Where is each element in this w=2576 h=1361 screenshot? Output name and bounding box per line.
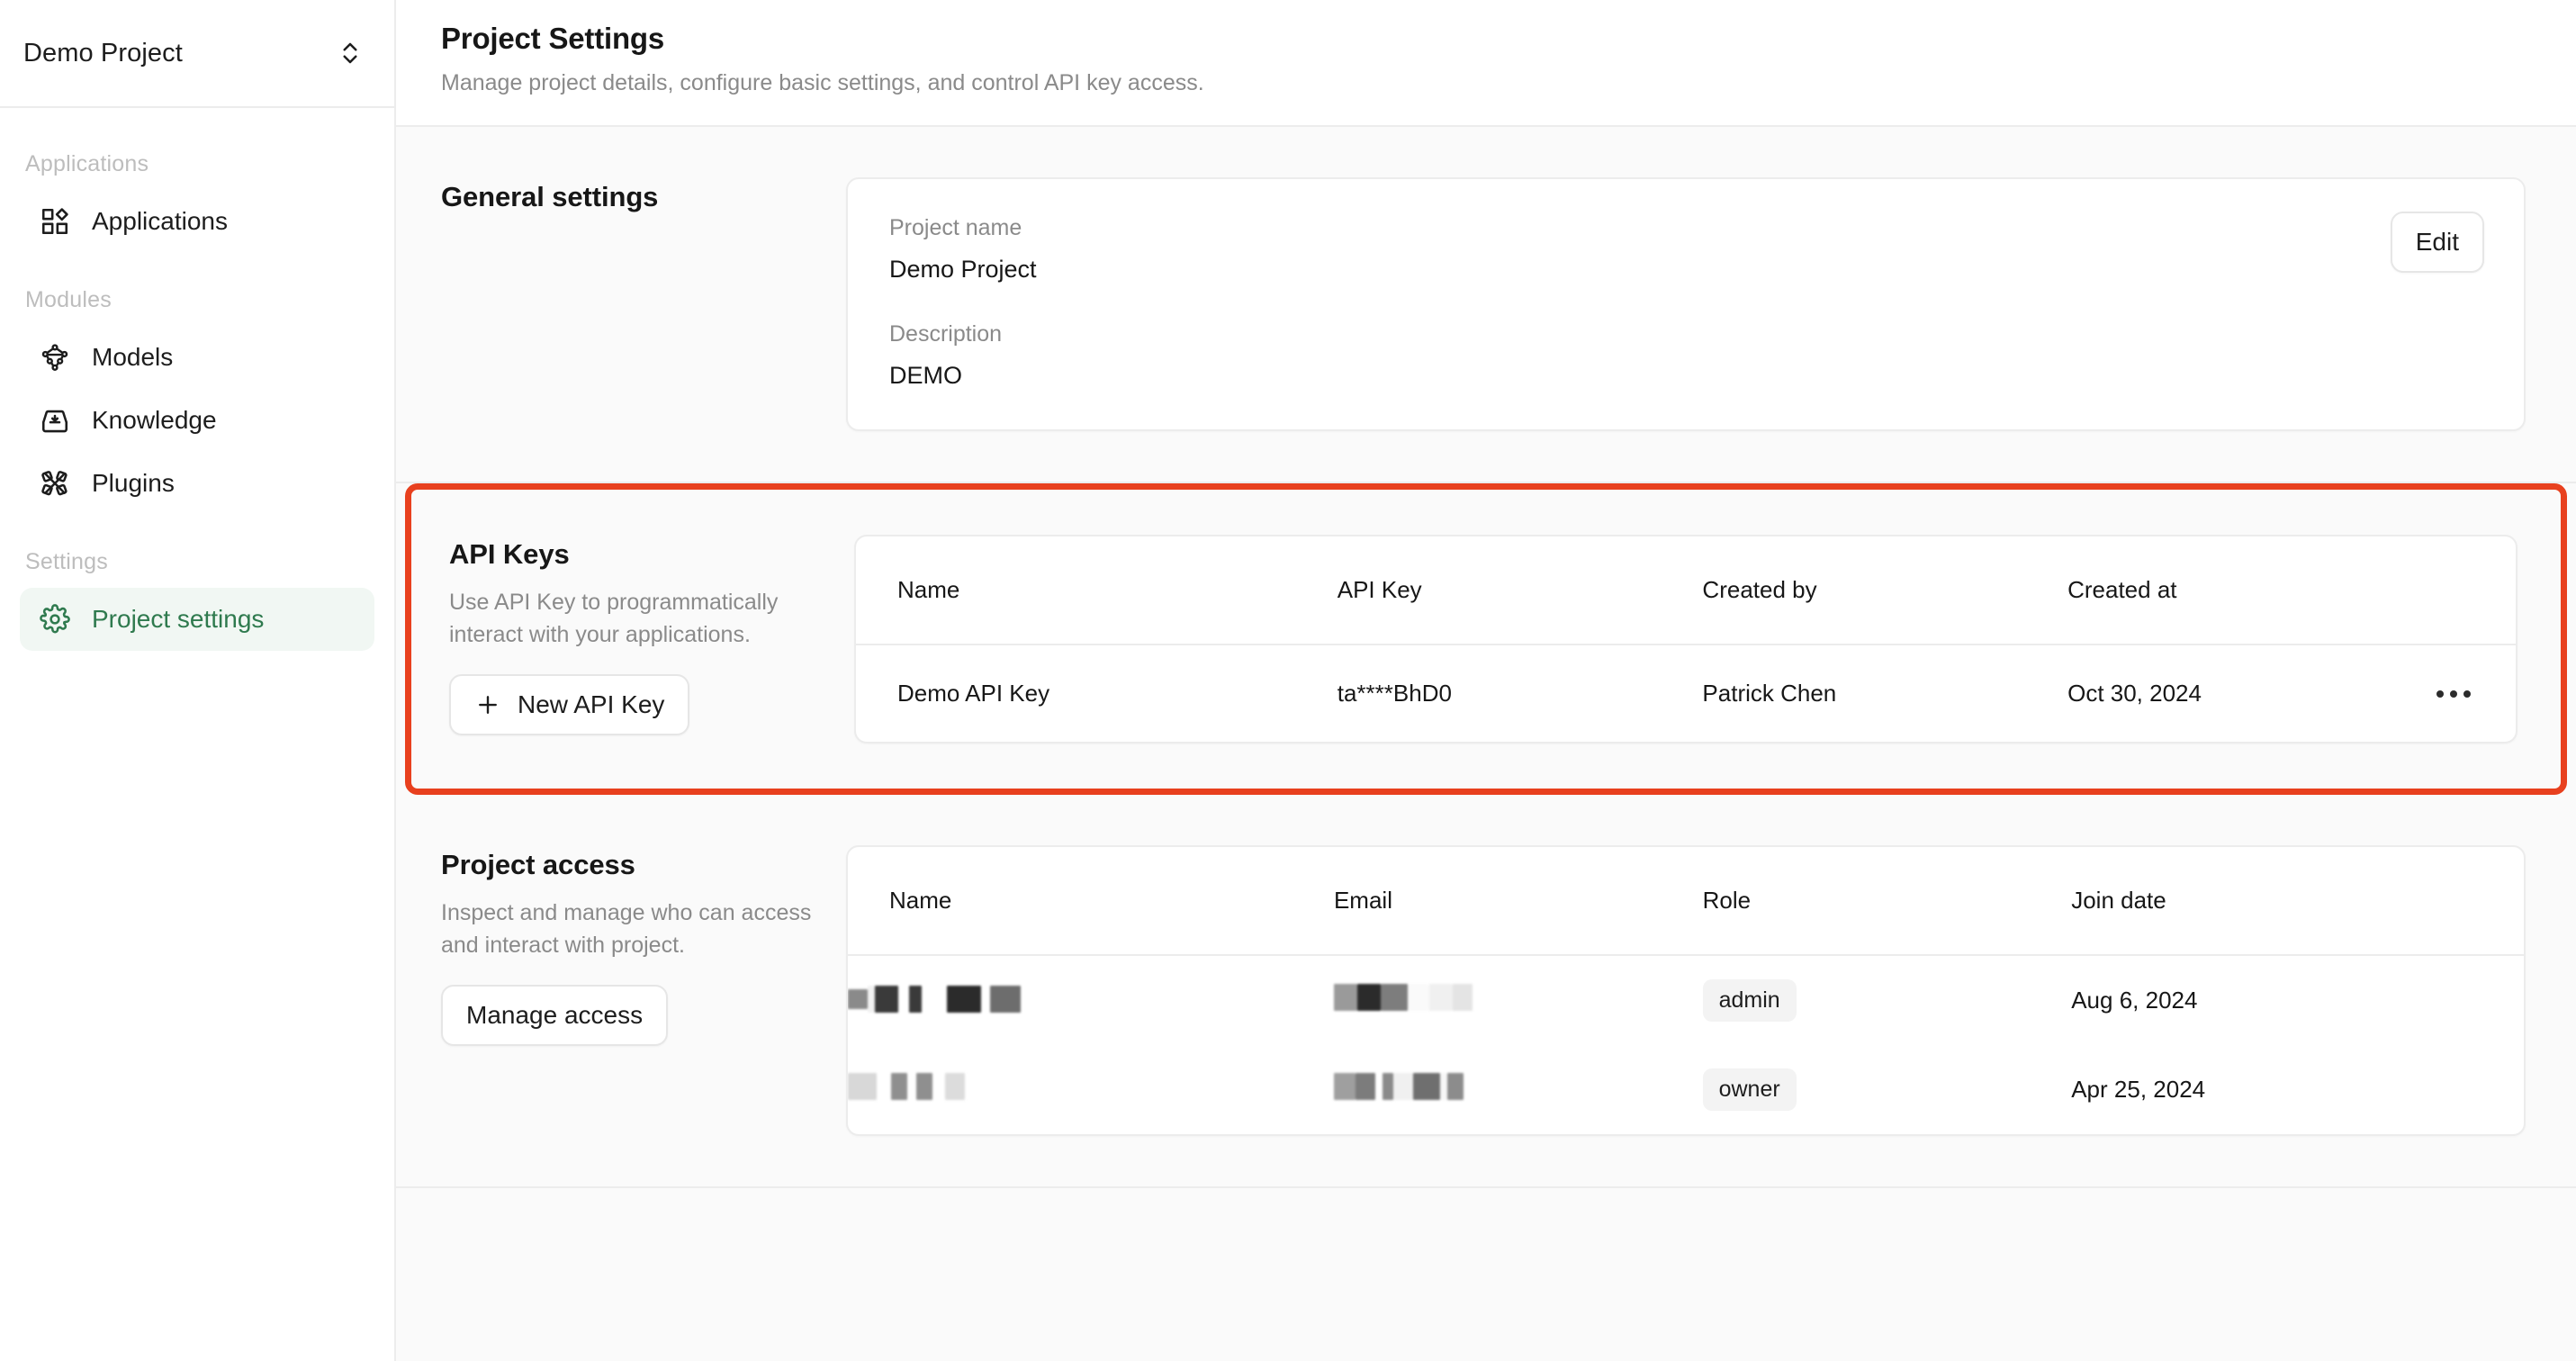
manage-access-button[interactable]: Manage access (441, 985, 669, 1046)
models-network-icon (40, 342, 70, 373)
cell-member-email (1333, 955, 1703, 1045)
plugins-puzzle-icon (40, 468, 70, 499)
role-badge: admin (1702, 979, 1797, 1022)
cell-member-email (1333, 1045, 1703, 1134)
sidebar-item-project-settings[interactable]: Project settings (20, 588, 374, 651)
cell-role: owner (1702, 1045, 2072, 1134)
redacted-name (848, 1073, 965, 1100)
field-description: Description DEMO (889, 321, 2482, 390)
project-access-right: Name Email Role Join date admin Aug 6, 2… (846, 845, 2526, 1136)
column-header-join-date: Join date (2071, 847, 2524, 956)
column-header-name: Name (848, 847, 1334, 956)
gear-icon (40, 604, 70, 635)
column-header-api-key: API Key (1337, 536, 1703, 645)
nav-group-label-modules: Modules (25, 287, 112, 312)
sidebar-item-label: Applications (92, 207, 228, 235)
api-keys-table: Name API Key Created by Created at Demo … (856, 536, 2516, 742)
section-title: API Keys (449, 538, 570, 570)
section-description: Inspect and manage who can access and in… (441, 900, 812, 958)
field-value: DEMO (889, 362, 962, 389)
field-project-name: Project name Demo Project (889, 215, 2482, 284)
field-label: Project name (889, 215, 1022, 240)
cell-created-by: Patrick Chen (1702, 680, 1837, 707)
cell-created-at: Oct 30, 2024 (2067, 680, 2202, 707)
cell-member-name (848, 955, 1334, 1045)
nav-group-label-applications: Applications (25, 151, 149, 176)
section-title: Project access (441, 849, 635, 880)
api-keys-right: Name API Key Created by Created at Demo … (854, 535, 2517, 744)
general-settings-right: Edit Project name Demo Project Descripti… (846, 177, 2526, 431)
new-api-key-button[interactable]: New API Key (449, 674, 690, 735)
project-access-left: Project access Inspect and manage who ca… (441, 845, 846, 1136)
project-access-table-card: Name Email Role Join date admin Aug 6, 2… (846, 845, 2526, 1136)
section-api-keys: API Keys Use API Key to programmatically… (405, 483, 2567, 795)
column-header-role: Role (1702, 847, 2072, 956)
cell-join-date: Aug 6, 2024 (2071, 987, 2198, 1014)
settings-sections: General settings Edit Project name Demo … (396, 127, 2576, 1361)
new-api-key-label: New API Key (518, 690, 665, 718)
section-description: Use API Key to programmatically interact… (449, 590, 779, 647)
cell-join-date: Apr 25, 2024 (2071, 1076, 2206, 1103)
cell-actions (2366, 644, 2516, 742)
page-header: Project Settings Manage project details,… (396, 0, 2576, 127)
table-row[interactable]: admin Aug 6, 2024 (848, 955, 2524, 1045)
project-switcher[interactable]: Demo Project (0, 0, 394, 108)
project-access-table: Name Email Role Join date admin Aug 6, 2… (848, 847, 2524, 1134)
sidebar-item-plugins[interactable]: Plugins (20, 452, 374, 515)
role-badge: owner (1702, 1068, 1797, 1111)
page-title: Project Settings (441, 22, 665, 55)
table-row[interactable]: owner Apr 25, 2024 (848, 1045, 2524, 1134)
api-keys-left: API Keys Use API Key to programmatically… (449, 535, 854, 744)
cell-role: admin (1702, 955, 2072, 1045)
sidebar-item-label: Project settings (92, 605, 265, 633)
grid-apps-icon (40, 206, 70, 237)
section-general-settings: General settings Edit Project name Demo … (396, 127, 2576, 483)
section-title: General settings (441, 181, 659, 212)
column-header-actions (2366, 536, 2516, 645)
sidebar-item-label: Models (92, 343, 174, 371)
sidebar-item-applications[interactable]: Applications (20, 190, 374, 253)
column-header-created-by: Created by (1702, 536, 2068, 645)
table-header-row: Name Email Role Join date (848, 847, 2524, 956)
api-keys-table-card: Name API Key Created by Created at Demo … (854, 535, 2517, 744)
field-label: Description (889, 321, 1003, 347)
page-subtitle: Manage project details, configure basic … (441, 70, 1204, 95)
nav-group-label-settings: Settings (25, 549, 108, 574)
redacted-email (1333, 984, 1473, 1011)
table-row[interactable]: Demo API Key ta****BhD0 Patrick Chen Oct… (856, 644, 2516, 742)
chevron-up-down-icon[interactable] (337, 40, 364, 67)
column-header-name: Name (856, 536, 1338, 645)
redacted-email (1333, 1073, 1464, 1100)
sidebar-item-label: Knowledge (92, 406, 217, 434)
project-switcher-name: Demo Project (23, 38, 183, 68)
cell-member-name (848, 1045, 1334, 1134)
column-header-created-at: Created at (2067, 536, 2367, 645)
general-settings-card: Edit Project name Demo Project Descripti… (846, 177, 2526, 431)
sidebar-item-label: Plugins (92, 469, 175, 497)
sidebar-item-models[interactable]: Models (20, 326, 374, 389)
sidebar-nav: Applications Applications Modules Models… (0, 108, 394, 651)
redacted-name (848, 986, 1021, 1013)
cell-api-key: ta****BhD0 (1337, 680, 1452, 707)
app-root: Demo Project Applications Applications M… (0, 0, 2576, 1361)
plus-icon (474, 691, 501, 718)
column-header-email: Email (1333, 847, 1703, 956)
knowledge-inbox-icon (40, 405, 70, 436)
main-content: Project Settings Manage project details,… (396, 0, 2576, 1361)
edit-button[interactable]: Edit (2390, 212, 2484, 273)
field-value: Demo Project (889, 256, 1037, 283)
general-settings-left: General settings (441, 177, 846, 431)
sidebar: Demo Project Applications Applications M… (0, 0, 396, 1361)
ellipsis-icon[interactable] (2433, 685, 2474, 703)
table-header-row: Name API Key Created by Created at (856, 536, 2516, 645)
section-project-access: Project access Inspect and manage who ca… (396, 795, 2576, 1188)
sidebar-item-knowledge[interactable]: Knowledge (20, 389, 374, 452)
cell-key-name: Demo API Key (897, 680, 1050, 707)
